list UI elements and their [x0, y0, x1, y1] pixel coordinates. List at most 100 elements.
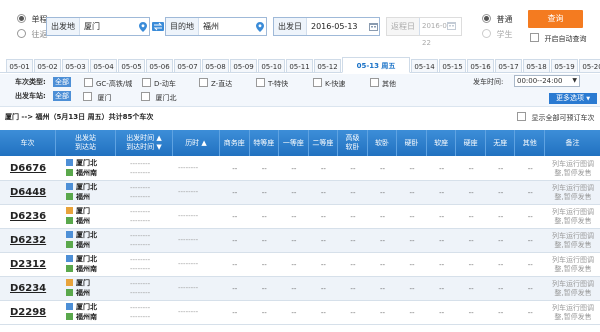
more-options-button[interactable]: 更多选项 ▼ — [549, 93, 597, 104]
row-note: 列车运行图调 整,暂停发售 — [552, 208, 594, 225]
seat-availability: -- — [468, 309, 474, 317]
calendar-icon[interactable] — [367, 18, 379, 35]
from-station: 厦门北 — [66, 231, 97, 240]
from-station-name: 厦门 — [76, 279, 90, 287]
train-type-option[interactable]: 其他 — [370, 78, 396, 89]
auto-query-toggle[interactable]: 开启自动查询 — [530, 33, 587, 44]
location-pin-icon[interactable] — [254, 18, 266, 35]
date-tab[interactable]: 05-10 — [258, 59, 285, 73]
oneway-radio[interactable] — [17, 14, 26, 23]
date-tab[interactable]: 05-01 — [6, 59, 33, 73]
depart-time: -------- — [130, 160, 151, 168]
show-all-toggle[interactable]: 显示全部可预订车次 — [517, 112, 595, 123]
search-button[interactable]: 查询 — [528, 10, 583, 28]
date-tab[interactable]: 05-12 — [314, 59, 341, 73]
train-type-checkbox[interactable] — [84, 78, 93, 87]
student-radio[interactable] — [482, 29, 491, 38]
arrive-time: -------- — [130, 217, 151, 225]
train-number-link[interactable]: D6676 — [10, 163, 46, 174]
train-type-checkbox[interactable] — [199, 78, 208, 87]
train-type-checkbox[interactable] — [313, 78, 322, 87]
duration: -------- — [178, 212, 199, 220]
train-type-checkbox[interactable] — [370, 78, 379, 87]
table-row: D2298 厦门北 福州南 -------- -------- -------- -- -- -… — [0, 301, 600, 325]
date-tab[interactable]: 05-16 — [467, 59, 494, 73]
date-tab[interactable]: 05-20 — [579, 59, 600, 73]
from-input[interactable]: 厦门 — [80, 18, 137, 35]
normal-radio[interactable] — [482, 14, 491, 23]
show-all-checkbox[interactable] — [517, 112, 526, 121]
date-tab[interactable]: 05-14 — [411, 59, 438, 73]
train-type-option[interactable]: Z-直达 — [199, 78, 232, 89]
ptype-student[interactable]: 学生 — [482, 29, 513, 40]
seat-availability: -- — [261, 237, 267, 245]
arrive-time: -------- — [130, 169, 151, 177]
trip-type-oneway[interactable]: 单程 — [17, 14, 48, 25]
train-type-option[interactable]: GC-高铁/城 — [84, 78, 132, 89]
date-tab[interactable]: 05-08 — [202, 59, 229, 73]
station-option-xiamenbei[interactable]: 厦门北 — [141, 92, 177, 103]
trip-type-round[interactable]: 往返 — [17, 29, 48, 40]
depart-input[interactable]: 2016-05-13 — [307, 18, 367, 35]
col-seat: 一等座 — [279, 130, 309, 156]
to-input[interactable]: 福州 — [199, 18, 254, 35]
seat-availability: -- — [320, 285, 326, 293]
train-type-option[interactable]: T-特快 — [256, 78, 288, 89]
date-tab[interactable]: 05-04 — [90, 59, 117, 73]
col-time[interactable]: 出发时间 ▲ 到达时间 ▼ — [116, 130, 173, 156]
train-type-label: GC-高铁/城 — [96, 80, 133, 88]
date-tab[interactable]: 05-19 — [551, 59, 578, 73]
train-type-label: 其他 — [382, 80, 396, 88]
to-station: 福州 — [66, 217, 90, 226]
seat-availability: -- — [498, 213, 504, 221]
train-number-link[interactable]: D2312 — [10, 259, 46, 270]
station-option-xiamen[interactable]: 厦门 — [83, 92, 112, 103]
duration: -------- — [178, 284, 199, 292]
seat-availability: -- — [409, 285, 415, 293]
seat-availability: -- — [320, 189, 326, 197]
depart-station-all[interactable]: 全部 — [53, 91, 71, 101]
date-tab[interactable]: 05-03 — [62, 59, 89, 73]
table-header: 车次 出发站 到达站 出发时间 ▲ 到达时间 ▼ 历时 ▲ 商务座 特等座 一等座二… — [0, 130, 600, 156]
ptype-normal[interactable]: 普通 — [482, 14, 513, 25]
date-tab[interactable]: 05-17 — [495, 59, 522, 73]
train-type-option[interactable]: D-动车 — [142, 78, 176, 89]
train-number-link[interactable]: D2298 — [10, 307, 46, 318]
train-type-all[interactable]: 全部 — [53, 77, 71, 87]
seat-availability: -- — [379, 309, 386, 317]
station-checkbox[interactable] — [83, 92, 92, 101]
date-tab[interactable]: 05-18 — [523, 59, 550, 73]
date-tab[interactable]: 05-11 — [286, 59, 313, 73]
date-tab-selected[interactable]: 05-13 周五 — [342, 57, 410, 73]
calendar-icon[interactable] — [447, 21, 456, 32]
seat-availability: -- — [232, 189, 238, 197]
from-station-name: 厦门北 — [76, 159, 97, 167]
train-type-checkbox[interactable] — [142, 78, 151, 87]
train-type-checkbox[interactable] — [256, 78, 265, 87]
train-type-option[interactable]: K-快速 — [313, 78, 345, 89]
to-field[interactable]: 目的地 福州 — [165, 17, 267, 36]
date-tab[interactable]: 05-06 — [146, 59, 173, 73]
date-tab[interactable]: 05-05 — [118, 59, 145, 73]
from-station: 厦门北 — [66, 183, 97, 192]
train-number-link[interactable]: D6236 — [10, 211, 46, 222]
train-number-link[interactable]: D6232 — [10, 235, 46, 246]
station-checkbox[interactable] — [141, 92, 150, 101]
date-tab[interactable]: 05-07 — [174, 59, 201, 73]
col-duration[interactable]: 历时 ▲ — [173, 130, 220, 156]
auto-query-checkbox[interactable] — [530, 33, 539, 42]
from-field[interactable]: 出发地 厦门 — [46, 17, 150, 36]
from-station: 厦门 — [66, 207, 90, 216]
date-tab[interactable]: 05-02 — [34, 59, 61, 73]
train-number-link[interactable]: D6448 — [10, 187, 46, 198]
depart-time-select[interactable]: 00:00--24:00 ▼ — [514, 75, 580, 87]
train-number-link[interactable]: D6234 — [10, 283, 46, 294]
round-radio[interactable] — [17, 29, 26, 38]
train-type-label: 车次类型: — [15, 78, 46, 86]
date-tab[interactable]: 05-15 — [439, 59, 466, 73]
location-pin-icon[interactable] — [137, 18, 149, 35]
depart-date-field[interactable]: 出发日 2016-05-13 — [273, 17, 380, 36]
duration: -------- — [178, 260, 199, 268]
swap-icon[interactable] — [152, 22, 164, 33]
date-tab[interactable]: 05-09 — [230, 59, 257, 73]
